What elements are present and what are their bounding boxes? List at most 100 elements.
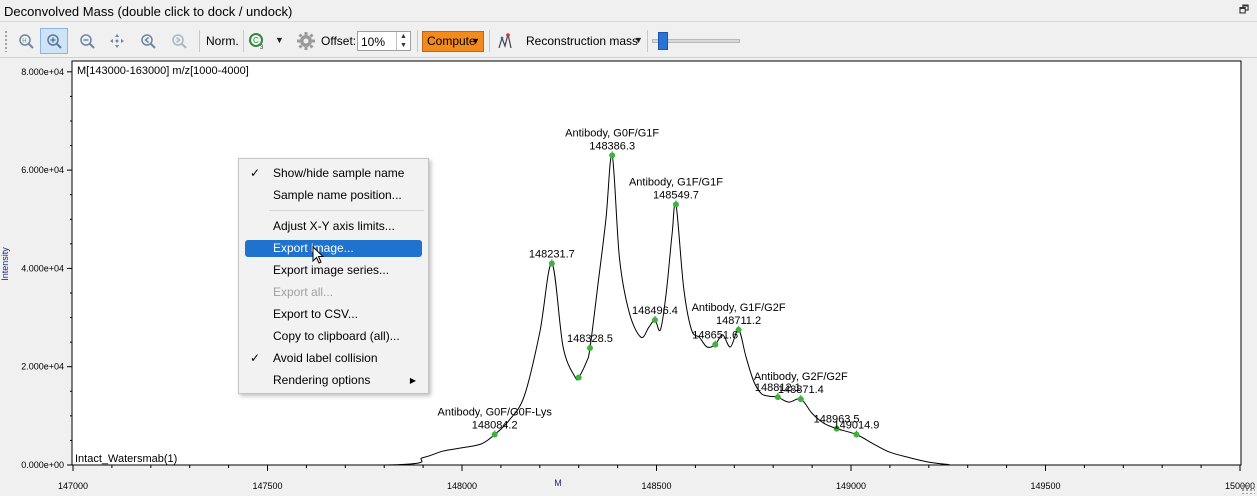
offset-label: Offset: xyxy=(321,34,357,48)
peak-label: 148871.4 xyxy=(778,384,824,396)
menu-item-rendering-options[interactable]: Rendering options ▶ xyxy=(245,372,422,389)
peak-label: Antibody, G0F/G0F-Lys xyxy=(438,407,553,419)
submenu-arrow-icon: ▶ xyxy=(409,376,416,385)
menu-item-export-image[interactable]: Export image... xyxy=(245,240,422,257)
menu-item-sample-name-position[interactable]: Sample name position... xyxy=(245,187,422,204)
x-tick-label: 147000 xyxy=(58,481,88,491)
menu-item-label: Copy to clipboard (all)... xyxy=(273,329,400,343)
normalize-button[interactable]: Norm. xyxy=(206,34,239,48)
pan-icon[interactable] xyxy=(103,28,131,54)
offset-value[interactable]: 10% xyxy=(361,35,385,49)
sample-name-label[interactable]: Intact_Watersmab(1) xyxy=(75,453,177,465)
toolbar-separator xyxy=(199,30,200,52)
peak-marker[interactable] xyxy=(853,431,860,438)
plot-area[interactable]: 0.000e+00 2.000e+04 4.000e+04 6.000e+04 8.00… xyxy=(0,59,1257,496)
y-tick-label: 0.000e+00 xyxy=(21,460,64,470)
reset-zoom-icon[interactable]: H xyxy=(12,28,40,54)
toolbar: H Norm. C3 ▼ Offset: 10% ▲ ▼ Compute ▼ Re… xyxy=(0,22,1257,58)
y-tick-label: 2.000e+04 xyxy=(21,362,64,372)
toolbar-separator xyxy=(417,30,418,52)
peak-label: Antibody, G1F/G1F xyxy=(629,177,723,189)
window-title: Deconvolved Mass (double click to dock /… xyxy=(4,4,293,19)
x-axis-label: M xyxy=(554,478,562,488)
menu-item-label: Export image series... xyxy=(273,263,390,277)
menu-item-adjust-axis-limits[interactable]: Adjust X-Y axis limits... xyxy=(245,218,422,235)
threshold-slider-handle[interactable] xyxy=(658,32,668,50)
menu-item-export-image-series[interactable]: Export image series... xyxy=(245,262,422,279)
y-axis-label: Intensity xyxy=(0,247,10,281)
charge-state-icon[interactable]: C3 xyxy=(246,28,268,54)
peak-label: Antibody, G2F/G2F xyxy=(754,371,848,383)
menu-separator xyxy=(269,210,424,211)
menu-item-label: Rendering options xyxy=(273,373,371,387)
settings-gear-icon[interactable] xyxy=(293,28,319,54)
peak-marker[interactable] xyxy=(609,152,616,159)
context-menu: ✓ Show/hide sample name Sample name posi… xyxy=(238,158,429,394)
reconstruction-dropdown-icon[interactable]: ▼ xyxy=(634,35,643,45)
zoom-next-icon[interactable] xyxy=(165,28,193,54)
peak-marker[interactable] xyxy=(651,317,658,324)
toolbar-separator xyxy=(489,30,490,52)
peak-label: 148549.7 xyxy=(653,190,699,202)
toolbar-separator xyxy=(647,30,648,52)
peak-marker[interactable] xyxy=(797,396,804,403)
resize-grip[interactable] xyxy=(1241,484,1255,494)
peak-label: 148386.3 xyxy=(589,140,635,152)
menu-item-copy-clipboard[interactable]: Copy to clipboard (all)... xyxy=(245,328,422,345)
zoom-out-icon[interactable] xyxy=(73,28,101,54)
menu-item-label: Avoid label collision xyxy=(273,351,378,365)
peak-picking-icon[interactable] xyxy=(494,28,516,54)
menu-item-label: Show/hide sample name xyxy=(273,166,405,180)
compute-button[interactable]: Compute ▼ xyxy=(422,31,484,52)
offset-spinbox[interactable]: 10% ▲ ▼ xyxy=(357,31,411,51)
peak-label: Antibody, G0F/G1F xyxy=(565,127,659,139)
compute-label: Compute xyxy=(427,34,476,48)
deconvolved-mass-chart[interactable]: 0.000e+00 2.000e+04 4.000e+04 6.000e+04 8.00… xyxy=(0,59,1257,496)
y-tick-label: 4.000e+04 xyxy=(21,263,64,273)
menu-item-export-all: Export all... xyxy=(245,284,422,301)
toolbar-separator xyxy=(243,30,244,52)
toolbar-grip[interactable] xyxy=(4,30,8,52)
plot-header-label: M[143000-163000] m/z[1000-4000] xyxy=(77,65,249,77)
peak-marker[interactable] xyxy=(575,374,582,381)
menu-item-label: Export all... xyxy=(273,285,334,299)
peak-label: 148328.5 xyxy=(567,333,613,345)
peak-label: 148496.4 xyxy=(632,305,678,317)
x-tick-label: 147500 xyxy=(252,481,282,491)
peak-label: 148711.2 xyxy=(716,315,761,327)
y-tick-label: 8.000e+04 xyxy=(21,67,64,77)
svg-text:H: H xyxy=(22,39,26,45)
offset-spin-arrows-icon[interactable]: ▲ ▼ xyxy=(396,32,410,50)
dock-icon[interactable]: 🗗 xyxy=(1237,3,1251,17)
zoom-in-icon[interactable] xyxy=(40,28,68,54)
checkmark-icon: ✓ xyxy=(250,351,261,365)
peak-label: 149014.9 xyxy=(834,420,880,432)
menu-item-label: Export to CSV... xyxy=(273,307,358,321)
peak-marker[interactable] xyxy=(491,431,498,438)
x-tick-label: 149000 xyxy=(836,481,866,491)
peak-label: 148231.7 xyxy=(529,249,575,261)
peak-marker[interactable] xyxy=(712,341,719,348)
menu-item-show-hide-sample-name[interactable]: ✓ Show/hide sample name xyxy=(245,165,422,182)
checkmark-icon: ✓ xyxy=(250,166,261,180)
svg-text:C: C xyxy=(253,36,259,45)
peak-label: Antibody, G1F/G2F xyxy=(692,302,786,314)
peak-label: 148651.6 xyxy=(692,330,738,342)
menu-item-avoid-label-collision[interactable]: ✓ Avoid label collision xyxy=(245,350,422,367)
y-tick-label: 6.000e+04 xyxy=(21,165,64,175)
peak-label: 148084.2 xyxy=(472,420,518,432)
x-tick-label: 149500 xyxy=(1030,481,1060,491)
menu-item-label: Sample name position... xyxy=(273,188,402,202)
y-axis: 0.000e+00 2.000e+04 4.000e+04 6.000e+04 8.00… xyxy=(21,67,72,470)
reconstruction-mode-select[interactable]: Reconstruction mass xyxy=(526,34,638,48)
window-titlebar[interactable]: Deconvolved Mass (double click to dock /… xyxy=(0,0,1257,22)
menu-item-export-csv[interactable]: Export to CSV... xyxy=(245,306,422,323)
compute-dropdown-icon: ▼ xyxy=(471,36,480,46)
menu-item-label: Adjust X-Y axis limits... xyxy=(273,219,395,233)
peak-marker[interactable] xyxy=(586,345,593,352)
x-tick-label: 148500 xyxy=(641,481,671,491)
peak-marker[interactable] xyxy=(672,201,679,208)
charge-state-dropdown-icon[interactable]: ▼ xyxy=(275,35,284,45)
peak-marker[interactable] xyxy=(548,260,555,267)
zoom-previous-icon[interactable] xyxy=(134,28,162,54)
